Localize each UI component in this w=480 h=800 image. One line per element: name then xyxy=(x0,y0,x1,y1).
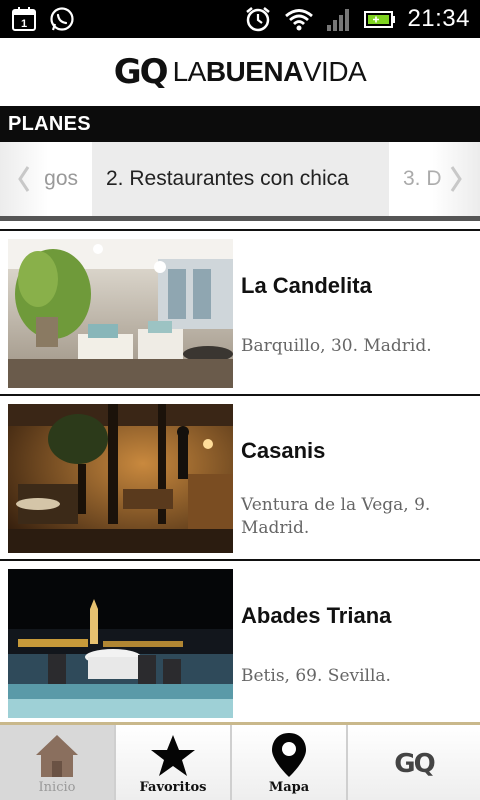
carousel-prev-button[interactable] xyxy=(0,142,48,216)
status-bar: 1 21:34 xyxy=(0,0,480,38)
restaurant-list: La Candelita Barquillo, 30. Madrid. Casa… xyxy=(0,231,480,726)
restaurant-name: La Candelita xyxy=(241,273,372,298)
battery-icon xyxy=(364,11,396,28)
app-logo: GQ LA BUENA VIDA xyxy=(0,52,480,92)
restaurant-address: Betis, 69. Sevilla. xyxy=(241,666,391,686)
restaurant-photo xyxy=(8,569,233,718)
carousel-item-active-label: 2. Restaurantes con chica xyxy=(106,167,349,190)
star-icon xyxy=(151,735,195,776)
restaurant-address: Ventura de la Vega, 9. Madrid. xyxy=(241,495,431,538)
list-item[interactable]: La Candelita Barquillo, 30. Madrid. xyxy=(0,231,480,396)
calendar-icon: 1 xyxy=(12,7,36,31)
carousel-item-active[interactable]: 2. Restaurantes con chica xyxy=(92,142,389,216)
nav-mapa[interactable]: Mapa xyxy=(232,725,346,800)
category-carousel[interactable]: gos 2. Restaurantes con chica 3. D xyxy=(0,142,480,216)
logo-gq: GQ xyxy=(113,52,169,92)
nav-mapa-label: Mapa xyxy=(268,780,310,795)
nav-favoritos-label: Favoritos xyxy=(139,780,207,795)
carousel-next-button[interactable] xyxy=(432,142,480,216)
home-icon xyxy=(36,735,78,777)
map-pin-icon xyxy=(272,733,306,777)
bottom-navigation: Inicio Favoritos Mapa GQ xyxy=(0,722,480,800)
calendar-day: 1 xyxy=(21,18,27,30)
list-item[interactable]: Abades Triana Betis, 69. Sevilla. xyxy=(0,561,480,726)
nav-inicio[interactable]: Inicio xyxy=(0,725,114,800)
gq-logo-icon: GQ xyxy=(394,749,435,779)
restaurant-name: Abades Triana xyxy=(241,603,392,628)
logo-la: LA xyxy=(172,56,207,87)
nav-gq[interactable]: GQ xyxy=(348,725,480,800)
clock: 21:34 xyxy=(407,5,470,32)
section-title: PLANES xyxy=(8,113,91,135)
chevron-right-icon xyxy=(450,166,462,192)
list-item[interactable]: Casanis Ventura de la Vega, 9. Madrid. xyxy=(0,396,480,561)
restaurant-address: Barquillo, 30. Madrid. xyxy=(241,336,432,356)
nav-favoritos[interactable]: Favoritos xyxy=(116,725,230,800)
logo-vida: VIDA xyxy=(302,56,367,87)
restaurant-name: Casanis xyxy=(241,438,326,463)
wifi-icon xyxy=(285,9,314,31)
app-header: GQ LA BUENA VIDA xyxy=(0,38,480,106)
signal-icon xyxy=(327,9,350,31)
carousel-divider xyxy=(0,216,480,221)
section-header: PLANES xyxy=(0,106,480,142)
carousel-item-prev-label: gos xyxy=(44,167,78,190)
nav-inicio-label: Inicio xyxy=(38,780,76,795)
logo-buena: BUENA xyxy=(205,56,304,87)
alarm-icon xyxy=(246,7,271,32)
whatsapp-icon xyxy=(50,7,74,31)
restaurant-photo xyxy=(8,404,233,553)
chevron-left-icon xyxy=(18,166,30,192)
restaurant-photo xyxy=(8,239,233,388)
